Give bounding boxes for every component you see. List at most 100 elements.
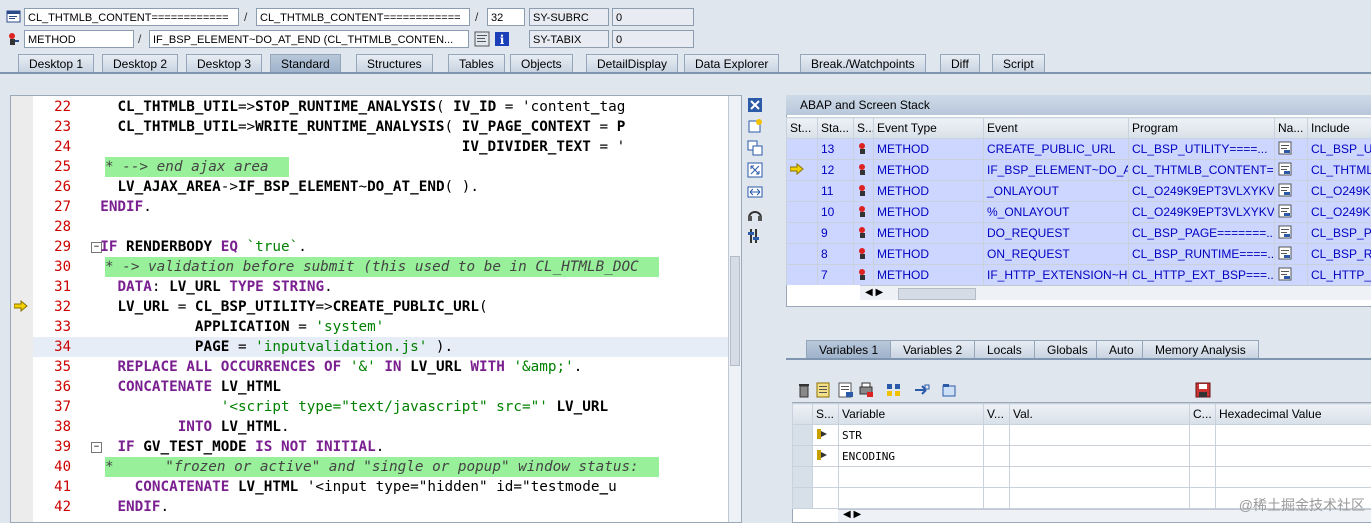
source-display-icon[interactable]	[474, 31, 490, 47]
save-variables-icon[interactable]	[838, 382, 854, 398]
navigate-source-icon[interactable]	[1275, 139, 1308, 160]
swap-tools-icon[interactable]	[747, 184, 763, 200]
new-tool-icon[interactable]	[747, 118, 763, 134]
code-line[interactable]: 27 ENDIF.	[33, 197, 733, 217]
variable-row[interactable]	[793, 467, 1371, 488]
code-line[interactable]: 36 CONCATENATE LV_HTML	[33, 377, 733, 397]
stack-row[interactable]: 8METHODON_REQUESTCL_BSP_RUNTIME====...CL…	[787, 244, 1371, 265]
line-number-field[interactable]: 32	[487, 8, 525, 26]
code-line[interactable]: 22 CL_THTMLB_UTIL=>STOP_RUNTIME_ANALYSIS…	[33, 97, 733, 117]
source-code-editor[interactable]: 22 CL_THTMLB_UTIL=>STOP_RUNTIME_ANALYSIS…	[10, 95, 742, 523]
navigate-source-icon[interactable]	[1275, 202, 1308, 223]
code-line[interactable]: 28	[33, 217, 733, 237]
code-line[interactable]: 33 APPLICATION = 'system'	[33, 317, 733, 337]
navigate-source-icon[interactable]	[1275, 181, 1308, 202]
navigate-source-icon[interactable]	[1275, 160, 1308, 181]
row-selector[interactable]	[793, 425, 813, 446]
stack-row[interactable]: 11METHOD_ONLAYOUTCL_O249K9EPT3VLXYKV...C…	[787, 181, 1371, 202]
row-selector[interactable]	[793, 446, 813, 467]
stack-column-header[interactable]: Event	[984, 118, 1129, 139]
maximize-icon[interactable]	[747, 162, 763, 178]
var-tab-locals[interactable]: Locals	[974, 340, 1035, 358]
variable-name-input[interactable]: ENCODING	[839, 446, 984, 467]
code-line[interactable]: 24 IV_DIVIDER_TEXT = '	[33, 137, 733, 157]
code-line[interactable]: 37 '<script type="text/javascript" src="…	[33, 397, 733, 417]
row-selector[interactable]	[793, 488, 813, 509]
code-line[interactable]: 30* -> validation before submit (this us…	[33, 257, 733, 277]
delete-icon[interactable]	[796, 382, 812, 398]
var-tab-memory-analysis[interactable]: Memory Analysis	[1142, 340, 1259, 358]
print-icon[interactable]	[858, 382, 874, 398]
var-tab-variables-1[interactable]: Variables 1	[806, 340, 891, 358]
info-icon[interactable]: i	[494, 31, 510, 47]
tab-objects[interactable]: Objects	[510, 54, 573, 72]
stack-column-header[interactable]: Program	[1129, 118, 1275, 139]
code-line[interactable]: 42 ENDIF.	[33, 497, 733, 517]
transfer-icon[interactable]	[886, 382, 902, 398]
code-line[interactable]: 41 CONCATENATE LV_HTML '<input type="hid…	[33, 477, 733, 497]
close-icon[interactable]	[747, 97, 763, 113]
folder-icon[interactable]	[942, 382, 958, 398]
tab-desktop-3[interactable]: Desktop 3	[186, 54, 262, 72]
tool-settings-icon[interactable]	[747, 228, 763, 244]
code-line[interactable]: 32 LV_URL = CL_BSP_UTILITY=>CREATE_PUBLI…	[33, 297, 733, 317]
tab-script[interactable]: Script	[992, 54, 1045, 72]
tab-data-explorer[interactable]: Data Explorer	[684, 54, 779, 72]
row-selector[interactable]	[793, 467, 813, 488]
code-line[interactable]: 40* "frozen or active" and "single or po…	[33, 457, 733, 477]
variable-name-input[interactable]	[839, 467, 984, 488]
tab-desktop-1[interactable]: Desktop 1	[18, 54, 94, 72]
code-line[interactable]: 29− IF RENDERBODY EQ `true`.	[33, 237, 733, 257]
event-field[interactable]: IF_BSP_ELEMENT~DO_AT_END (CL_THTMLB_CONT…	[149, 30, 469, 48]
stack-row[interactable]: 7METHODIF_HTTP_EXTENSION~H...CL_HTTP_EXT…	[787, 265, 1371, 286]
variable-name-input[interactable]	[839, 488, 984, 509]
variable-row[interactable]: ENCODING	[793, 446, 1371, 467]
stack-column-header[interactable]: S...	[854, 118, 874, 139]
navigate-source-icon[interactable]	[1275, 223, 1308, 244]
stack-row[interactable]: 10METHOD%_ONLAYOUTCL_O249K9EPT3VLXYKV...…	[787, 202, 1371, 223]
var-tab-globals[interactable]: Globals	[1034, 340, 1101, 358]
variable-column-header[interactable]: S...	[813, 404, 839, 425]
var-tab-auto[interactable]: Auto	[1096, 340, 1147, 358]
include-field[interactable]: CL_THTMLB_CONTENT============	[256, 8, 470, 26]
tab-desktop-2[interactable]: Desktop 2	[102, 54, 178, 72]
stack-row[interactable]: 12METHODIF_BSP_ELEMENT~DO_A...CL_THTMLB_…	[787, 160, 1371, 181]
variable-column-header[interactable]: Hexadecimal Value	[1216, 404, 1371, 425]
replace-tool-icon[interactable]	[747, 140, 763, 156]
save-icon[interactable]	[1195, 382, 1211, 398]
stack-column-header[interactable]: St...	[787, 118, 818, 139]
tab-diff[interactable]: Diff	[940, 54, 980, 72]
code-line[interactable]: 38 INTO LV_HTML.	[33, 417, 733, 437]
tab-break-watchpoints[interactable]: Break./Watchpoints	[800, 54, 926, 72]
tab-detaildisplay[interactable]: DetailDisplay	[586, 54, 678, 72]
tab-standard[interactable]: Standard	[270, 54, 341, 72]
code-line[interactable]: 31 DATA: LV_URL TYPE STRING.	[33, 277, 733, 297]
navigate-source-icon[interactable]	[1275, 244, 1308, 265]
variable-column-header[interactable]: Variable	[839, 404, 984, 425]
stack-row[interactable]: 13METHODCREATE_PUBLIC_URLCL_BSP_UTILITY=…	[787, 139, 1371, 160]
code-line[interactable]: 39− IF GV_TEST_MODE IS NOT INITIAL.	[33, 437, 733, 457]
stack-column-header[interactable]: Na...	[1275, 118, 1308, 139]
stack-hscroll[interactable]: ◀ ▶	[860, 285, 1371, 300]
stack-column-header[interactable]: Sta...	[818, 118, 854, 139]
navigate-icon[interactable]	[914, 382, 930, 398]
code-line[interactable]: 26 LV_AJAX_AREA->IF_BSP_ELEMENT~DO_AT_EN…	[33, 177, 733, 197]
load-variables-icon[interactable]	[816, 382, 832, 398]
navigate-source-icon[interactable]	[1275, 265, 1308, 286]
variable-column-header[interactable]: V...	[984, 404, 1010, 425]
variable-column-header[interactable]: C...	[1190, 404, 1216, 425]
code-line[interactable]: 35 REPLACE ALL OCCURRENCES OF '&' IN LV_…	[33, 357, 733, 377]
event-type-field[interactable]: METHOD	[24, 30, 134, 48]
stack-row[interactable]: 9METHODDO_REQUESTCL_BSP_PAGE=======...CL…	[787, 223, 1371, 244]
stack-column-header[interactable]: Include	[1308, 118, 1371, 139]
tab-structures[interactable]: Structures	[356, 54, 433, 72]
variable-column-header[interactable]: Val.	[1010, 404, 1190, 425]
main-program-field[interactable]: CL_THTMLB_CONTENT============	[24, 8, 239, 26]
var-tab-variables-2[interactable]: Variables 2	[890, 340, 975, 358]
code-line[interactable]: 25* --> end ajax area	[33, 157, 733, 177]
code-line[interactable]: 23 CL_THTMLB_UTIL=>WRITE_RUNTIME_ANALYSI…	[33, 117, 733, 137]
services-icon[interactable]	[747, 206, 763, 222]
variable-row[interactable]: STR	[793, 425, 1371, 446]
tab-tables[interactable]: Tables	[448, 54, 505, 72]
editor-scrollbar[interactable]	[728, 96, 741, 522]
